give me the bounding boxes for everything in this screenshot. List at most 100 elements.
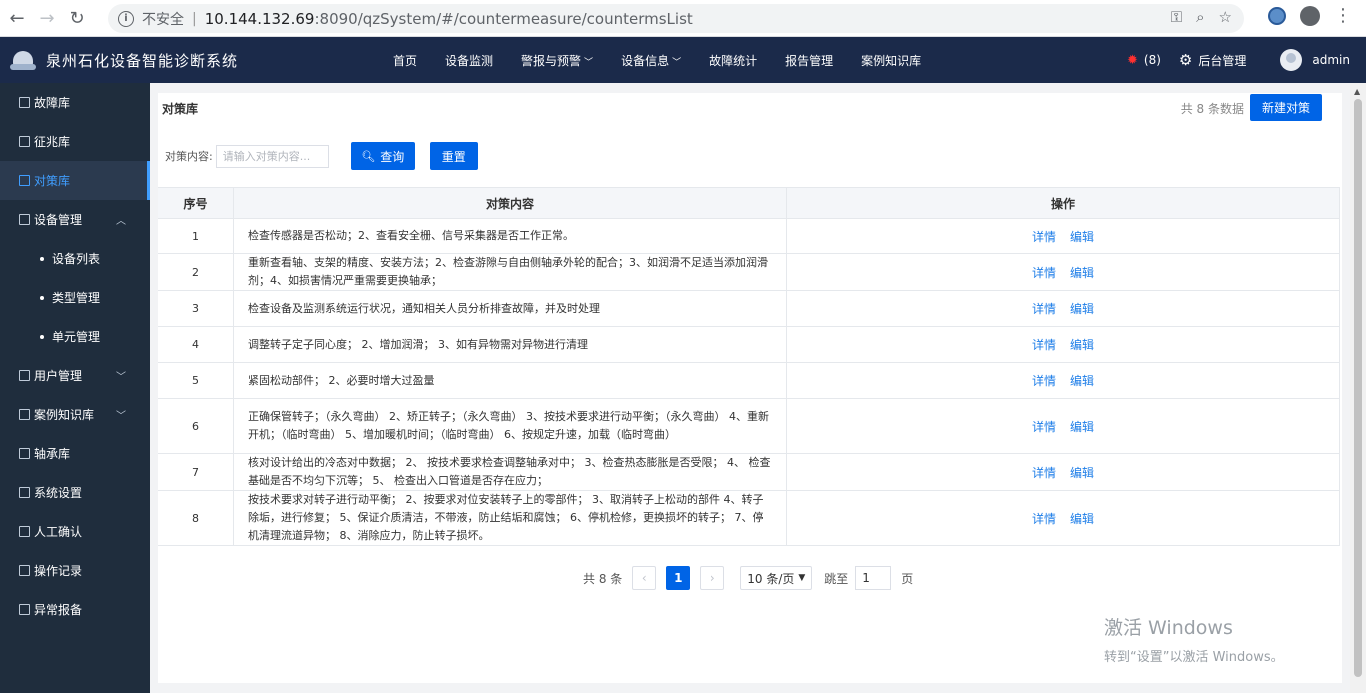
- detail-link[interactable]: 详情: [1032, 336, 1056, 353]
- sidebar-item[interactable]: 案例知识库 ﹀: [0, 395, 150, 434]
- detail-link[interactable]: 详情: [1032, 264, 1056, 281]
- forward-icon[interactable]: →: [34, 5, 60, 31]
- row-actions: 详情 编辑: [787, 254, 1340, 290]
- sidebar-item-label: 用户管理: [34, 369, 83, 383]
- sidebar-item[interactable]: 系统设置: [0, 473, 150, 512]
- menu-item-icon: [19, 97, 30, 108]
- caret-down-icon: ▼: [798, 573, 806, 583]
- sidebar-subitem[interactable]: 类型管理: [0, 278, 150, 317]
- sidebar-item[interactable]: 用户管理 ﹀: [0, 356, 150, 395]
- reset-button[interactable]: 重置: [429, 142, 478, 170]
- sidebar-item[interactable]: 对策库: [0, 161, 150, 200]
- countermeasure-table: 序号 对策内容 操作 1 检查传感器是否松动；2、查看安全栅、信号采集器是否工作正…: [158, 187, 1340, 546]
- star-icon[interactable]: ☆: [1219, 8, 1232, 26]
- address-bar[interactable]: i 不安全 | 10.144.132.69:8090/qzSystem/#/co…: [108, 4, 1244, 33]
- app-title: 泉州石化设备智能诊断系统: [46, 51, 239, 70]
- edit-link[interactable]: 编辑: [1070, 300, 1094, 317]
- nav-item[interactable]: 案例知识库: [861, 52, 921, 69]
- nav-item[interactable]: 设备信息 ﹀: [621, 52, 681, 69]
- sidebar-item[interactable]: 故障库: [0, 83, 150, 122]
- main-content: 对策库 共 8 条数据 新建对策 对策内容: 🔍︎ 查询 重置 序号 对策内容 操…: [150, 83, 1350, 693]
- edit-link[interactable]: 编辑: [1070, 228, 1094, 245]
- back-icon[interactable]: ←: [4, 5, 30, 31]
- detail-link[interactable]: 详情: [1032, 300, 1056, 317]
- sidebar: 故障库 征兆库 对策库 设备管理 ︿ 设备列表类型管理单元管理用户管理 ﹀ 案例知识库 ﹀ 轴承库…: [0, 83, 150, 693]
- sidebar-item[interactable]: 异常报备: [0, 590, 150, 629]
- menu-icon[interactable]: ⋮: [1334, 7, 1352, 25]
- avatar[interactable]: [1280, 49, 1303, 71]
- nav-item[interactable]: 故障统计: [709, 52, 757, 69]
- detail-link[interactable]: 详情: [1032, 510, 1056, 527]
- detail-link[interactable]: 详情: [1032, 418, 1056, 435]
- edit-link[interactable]: 编辑: [1070, 464, 1094, 481]
- sidebar-item[interactable]: 人工确认: [0, 512, 150, 551]
- security-label: 不安全: [142, 11, 184, 28]
- row-content: 核对设计给出的冷态对中数据； 2、 按技术要求检查调整轴承对中； 3、检查热态膨…: [234, 454, 787, 490]
- user-name[interactable]: admin: [1312, 53, 1350, 67]
- sidebar-item[interactable]: 轴承库: [0, 434, 150, 473]
- zoom-icon[interactable]: ⌕: [1196, 8, 1204, 26]
- reload-icon[interactable]: ↻: [64, 5, 90, 31]
- scroll-thumb[interactable]: [1354, 99, 1362, 677]
- menu-item-icon: [19, 487, 30, 498]
- bullet-icon: [40, 334, 44, 339]
- total-count: 共 8 条数据: [1180, 102, 1244, 116]
- admin-link[interactable]: 后台管理: [1198, 52, 1246, 69]
- nav-item[interactable]: 首页: [393, 52, 417, 69]
- gear-icon[interactable]: ⚙: [1179, 51, 1192, 69]
- jump-input[interactable]: 1: [855, 566, 892, 590]
- key-icon[interactable]: ⚿: [1171, 8, 1182, 26]
- menu-item-icon: [19, 370, 30, 381]
- prev-page-button[interactable]: ‹: [632, 566, 657, 590]
- row-actions: 详情 编辑: [787, 399, 1340, 453]
- content-panel: 对策库 共 8 条数据 新建对策 对策内容: 🔍︎ 查询 重置 序号 对策内容 操…: [158, 93, 1342, 683]
- row-content: 检查传感器是否松动；2、查看安全栅、信号采集器是否工作正常。: [234, 219, 787, 253]
- row-actions: 详情 编辑: [787, 219, 1340, 253]
- pager-total: 共 8 条: [583, 571, 623, 586]
- row-actions: 详情 编辑: [787, 491, 1340, 545]
- next-page-button[interactable]: ›: [700, 566, 725, 590]
- sidebar-item[interactable]: 征兆库: [0, 122, 150, 161]
- sidebar-item[interactable]: 设备管理 ︿: [0, 200, 150, 239]
- row-number: 3: [158, 291, 234, 326]
- watermark-line1: 激活 Windows: [1104, 617, 1233, 639]
- edit-link[interactable]: 编辑: [1070, 510, 1094, 527]
- row-number: 8: [158, 491, 234, 545]
- omnibox-separator: |: [192, 10, 197, 27]
- menu-item-icon: [19, 409, 30, 420]
- detail-link[interactable]: 详情: [1032, 228, 1056, 245]
- edit-link[interactable]: 编辑: [1070, 418, 1094, 435]
- edit-link[interactable]: 编辑: [1070, 264, 1094, 281]
- sidebar-item-label: 人工确认: [34, 525, 83, 539]
- edit-link[interactable]: 编辑: [1070, 372, 1094, 389]
- menu-item-icon: [19, 214, 30, 225]
- nav-item[interactable]: 报告管理: [785, 52, 833, 69]
- filter-bar: 对策内容: 🔍︎ 查询 重置: [165, 142, 478, 170]
- sidebar-subitem[interactable]: 单元管理: [0, 317, 150, 356]
- url-text[interactable]: 10.144.132.69:8090/qzSystem/#/countermea…: [205, 10, 693, 28]
- edit-link[interactable]: 编辑: [1070, 336, 1094, 353]
- page-number[interactable]: 1: [666, 566, 691, 590]
- chevron-icon: ﹀: [116, 372, 126, 383]
- extension-icon[interactable]: [1268, 7, 1286, 25]
- sidebar-item[interactable]: 操作记录: [0, 551, 150, 590]
- nav-item[interactable]: 警报与预警 ﹀: [521, 52, 593, 69]
- row-actions: 详情 编辑: [787, 327, 1340, 362]
- alarm-count[interactable]: (8): [1144, 53, 1161, 67]
- info-icon[interactable]: i: [118, 10, 134, 27]
- menu-item-icon: [19, 604, 30, 615]
- detail-link[interactable]: 详情: [1032, 372, 1056, 389]
- profile-icon[interactable]: [1300, 6, 1320, 26]
- row-content: 紧固松动部件； 2、必要时增大过盈量: [234, 363, 787, 398]
- page-size-select[interactable]: 10 条/页 ▼: [740, 566, 813, 590]
- new-countermeasure-button[interactable]: 新建对策: [1250, 94, 1322, 121]
- scrollbar[interactable]: ▲: [1350, 83, 1366, 693]
- sidebar-item-label: 类型管理: [52, 291, 101, 305]
- detail-link[interactable]: 详情: [1032, 464, 1056, 481]
- query-button[interactable]: 🔍︎ 查询: [350, 142, 415, 170]
- search-input[interactable]: [215, 144, 329, 168]
- alarm-icon[interactable]: ✹: [1127, 53, 1138, 68]
- scroll-up-icon[interactable]: ▲: [1354, 87, 1360, 96]
- sidebar-subitem[interactable]: 设备列表: [0, 239, 150, 278]
- nav-item[interactable]: 设备监测: [445, 52, 493, 69]
